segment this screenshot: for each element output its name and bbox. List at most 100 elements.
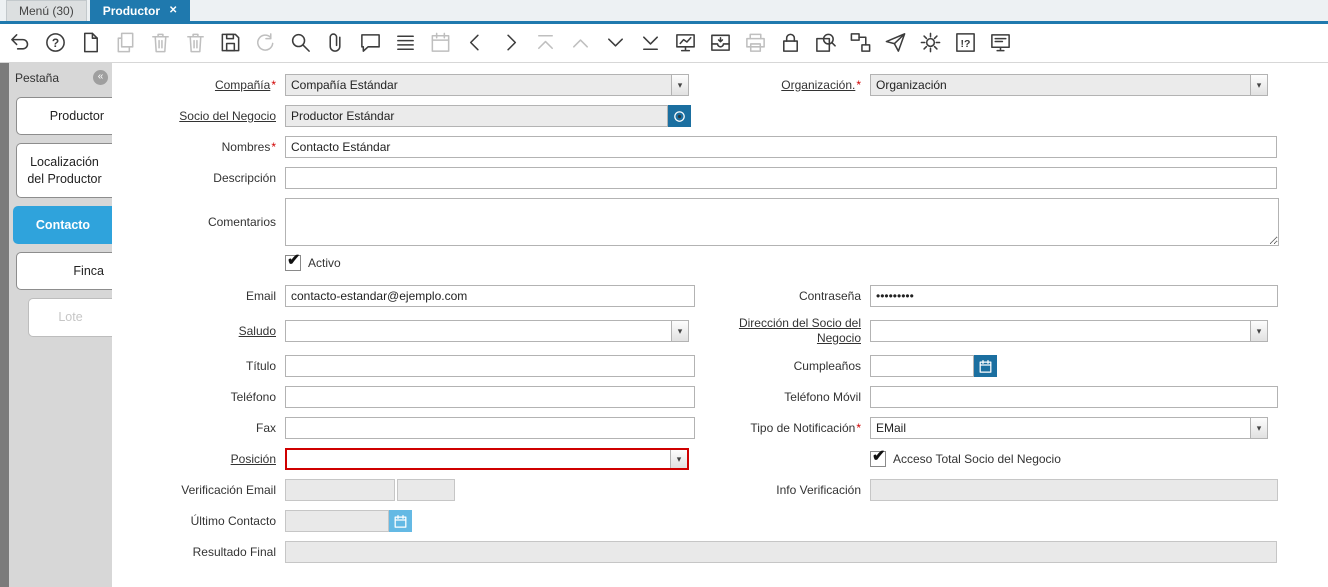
sidebar-tab-finca[interactable]: Finca xyxy=(16,252,112,291)
cumpleanos-label: Cumpleaños xyxy=(793,358,861,373)
attachment-icon[interactable] xyxy=(324,31,348,55)
delete-record-icon xyxy=(149,31,173,55)
telefono-input[interactable] xyxy=(285,386,695,408)
notificacion-value: EMail xyxy=(876,421,907,435)
fax-label: Fax xyxy=(255,420,276,435)
close-tab-icon[interactable] xyxy=(169,6,177,16)
calendar-icon xyxy=(429,31,453,55)
workflow-icon[interactable] xyxy=(849,31,873,55)
cumpleanos-input[interactable] xyxy=(870,355,974,377)
socio-input[interactable] xyxy=(285,105,668,127)
descripcion-label: Descripción xyxy=(213,170,276,185)
new-record-icon[interactable] xyxy=(79,31,103,55)
activo-label: Activo xyxy=(308,256,341,270)
save-icon[interactable] xyxy=(219,31,243,55)
chevron-down-icon[interactable] xyxy=(671,75,688,95)
row-email-contrasena: Email Contraseña xyxy=(112,285,1328,307)
posicion-select[interactable] xyxy=(285,448,689,470)
nombres-input[interactable] xyxy=(285,136,1277,158)
email-input[interactable] xyxy=(285,285,695,307)
help-icon[interactable] xyxy=(44,31,68,55)
comentarios-textarea[interactable] xyxy=(285,198,1279,246)
row-verificacion: Verificación Email Info Verificación xyxy=(112,479,1328,501)
compania-select[interactable]: Compañía Estándar xyxy=(285,74,689,96)
record-info-icon xyxy=(672,109,687,124)
comentarios-label: Comentarios xyxy=(207,214,276,229)
socio-label: Socio del Negocio xyxy=(179,108,276,123)
find-icon[interactable] xyxy=(289,31,313,55)
ultimo-contacto-label: Último Contacto xyxy=(190,513,276,528)
business-partner-info-button[interactable] xyxy=(668,105,691,127)
organizacion-select[interactable]: Organización xyxy=(870,74,1268,96)
calendar-icon xyxy=(978,359,993,374)
ultimo-contacto-input xyxy=(285,510,389,532)
titulo-input[interactable] xyxy=(285,355,695,377)
copy-record-icon xyxy=(114,31,138,55)
row-resultado: Resultado Final xyxy=(112,541,1328,563)
grid-toggle-icon[interactable] xyxy=(394,31,418,55)
tab-menu-label: Menú (30) xyxy=(19,4,74,18)
movil-label: Teléfono Móvil xyxy=(784,389,861,404)
toolbar xyxy=(0,24,1328,63)
preferences-icon[interactable] xyxy=(919,31,943,55)
previous-record-icon[interactable] xyxy=(464,31,488,55)
notificacion-select[interactable]: EMail xyxy=(870,417,1268,439)
movil-input[interactable] xyxy=(870,386,1278,408)
fax-input[interactable] xyxy=(285,417,695,439)
row-nombres: Nombres xyxy=(112,136,1328,158)
delete-selection-icon xyxy=(184,31,208,55)
archive-icon[interactable] xyxy=(709,31,733,55)
undo-icon[interactable] xyxy=(9,31,33,55)
chat-icon[interactable] xyxy=(359,31,383,55)
cumpleanos-calendar-button[interactable] xyxy=(974,355,997,377)
chevron-down-icon[interactable] xyxy=(1250,418,1267,438)
chevron-down-icon[interactable] xyxy=(671,321,688,341)
detail-record-icon[interactable] xyxy=(604,31,628,55)
row-comentarios: Comentarios xyxy=(112,198,1328,246)
sidebar-tab-localización-del-productor[interactable]: Localización del Productor xyxy=(16,143,112,198)
verificacion-label: Verificación Email xyxy=(181,482,276,497)
organizacion-label: Organización. xyxy=(700,78,870,93)
verificacion-input-2 xyxy=(397,479,455,501)
tab-productor[interactable]: Productor xyxy=(89,0,191,21)
support-window-icon[interactable] xyxy=(989,31,1013,55)
activo-checkbox[interactable] xyxy=(285,250,301,271)
first-record-icon xyxy=(534,31,558,55)
private-record-lock-icon[interactable] xyxy=(779,31,803,55)
calendar-icon xyxy=(393,514,408,529)
row-ultimo-contacto: Último Contacto xyxy=(112,510,1328,532)
verificacion-input-1 xyxy=(285,479,395,501)
descripcion-input[interactable] xyxy=(285,167,1277,189)
product-info-icon[interactable] xyxy=(954,31,978,55)
sidebar-tab-contacto[interactable]: Contacto xyxy=(13,205,112,244)
notificacion-label: Tipo de Notificación xyxy=(700,421,870,436)
sidebar-header-label: Pestaña xyxy=(15,70,60,85)
sidebar-tab-productor[interactable]: Productor xyxy=(16,97,112,136)
saludo-select[interactable] xyxy=(285,320,689,342)
collapse-sidebar-icon[interactable] xyxy=(93,70,108,85)
form-panel: Compañía Compañía Estándar Organización.… xyxy=(112,63,1328,587)
chevron-down-icon[interactable] xyxy=(1250,75,1267,95)
print-icon xyxy=(744,31,768,55)
window-tabbar: Menú (30) Productor xyxy=(0,0,1328,24)
tab-menu[interactable]: Menú (30) xyxy=(6,0,87,21)
direccion-select[interactable] xyxy=(870,320,1268,342)
row-socio: Socio del Negocio xyxy=(112,105,1328,127)
west-panel-strip[interactable] xyxy=(0,63,9,587)
next-record-icon[interactable] xyxy=(499,31,523,55)
ultimo-contacto-calendar-button[interactable] xyxy=(389,510,412,532)
saludo-label: Saludo xyxy=(238,323,276,338)
sidebar-tab-lote: Lote xyxy=(28,298,112,337)
chevron-down-icon[interactable] xyxy=(670,450,687,468)
chevron-down-icon[interactable] xyxy=(1250,321,1267,341)
acceso-total-checkbox[interactable] xyxy=(870,446,886,467)
row-compania-organizacion: Compañía Compañía Estándar Organización.… xyxy=(112,74,1328,96)
zoom-across-icon[interactable] xyxy=(814,31,838,55)
requests-icon[interactable] xyxy=(884,31,908,55)
report-icon[interactable] xyxy=(674,31,698,55)
compania-label: Compañía xyxy=(112,78,285,93)
last-record-icon[interactable] xyxy=(639,31,663,55)
contrasena-input[interactable] xyxy=(870,285,1278,307)
direccion-label: Dirección del Socio del Negocio xyxy=(738,316,861,345)
parent-record-icon xyxy=(569,31,593,55)
